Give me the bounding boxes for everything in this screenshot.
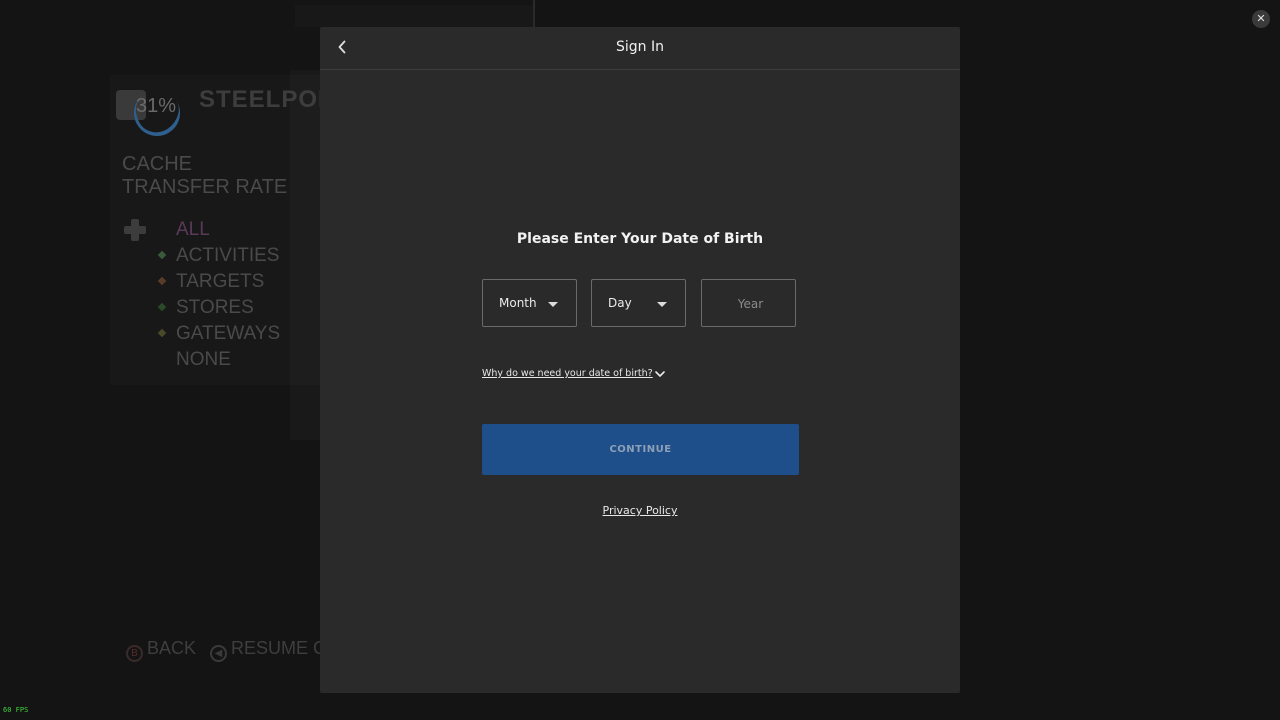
- continue-button[interactable]: CONTINUE: [482, 424, 799, 475]
- privacy-policy-link-text[interactable]: Privacy Policy: [603, 504, 678, 517]
- dob-heading: Please Enter Your Date of Birth: [516, 231, 764, 247]
- category-line-1: CACHE: [122, 153, 193, 175]
- controller-hints: B BACK ◀ RESUME G: [126, 638, 320, 662]
- divider: [533, 0, 535, 30]
- resume-button-icon: ◀: [210, 645, 228, 662]
- why-dob-link[interactable]: Why do we need your date of birth?: [482, 368, 653, 379]
- location-title: STEELPORT: [199, 86, 320, 113]
- category-label: CACHE TRANSFER RATE: [122, 153, 287, 199]
- filter-item-activities: ACTIVITIES: [157, 245, 280, 271]
- fps-counter: 60 FPS: [3, 706, 29, 714]
- month-select-label: Month: [499, 296, 537, 310]
- completion-percent: 31%: [136, 95, 177, 117]
- year-field: [701, 279, 799, 328]
- month-select[interactable]: Month: [482, 279, 577, 327]
- filter-item-targets: TARGETS: [157, 271, 280, 297]
- day-select-label: Day: [608, 296, 632, 310]
- completion-badge: 31%: [116, 80, 190, 146]
- b-button-icon: B: [126, 645, 143, 662]
- filter-list: ALL ACTIVITIES TARGETS STORES GATEWAYS N…: [157, 219, 280, 375]
- privacy-policy-link: Privacy Policy: [320, 504, 960, 517]
- filter-item-all: ALL: [176, 219, 210, 240]
- sign-in-modal: Sign In Please Enter Your Date of Birth …: [320, 27, 960, 693]
- filter-item-none: NONE: [176, 349, 231, 370]
- category-line-2: TRANSFER RATE: [122, 176, 288, 198]
- chevron-down-icon[interactable]: [654, 368, 666, 380]
- caret-down-icon: [657, 302, 667, 307]
- dpad-icon: [124, 219, 146, 241]
- modal-title: Sign In: [616, 39, 664, 55]
- caret-down-icon: [548, 302, 558, 307]
- top-panel: [295, 5, 535, 27]
- year-input[interactable]: [702, 280, 799, 328]
- resume-hint-label: RESUME G: [231, 638, 320, 658]
- modal-header: Sign In: [320, 27, 960, 70]
- day-select[interactable]: Day: [591, 279, 686, 327]
- filter-item-stores: STORES: [157, 297, 280, 323]
- filter-item-gateways: GATEWAYS: [157, 323, 280, 349]
- back-hint-label: BACK: [147, 638, 197, 658]
- close-overlay-button[interactable]: ✕: [1252, 10, 1270, 28]
